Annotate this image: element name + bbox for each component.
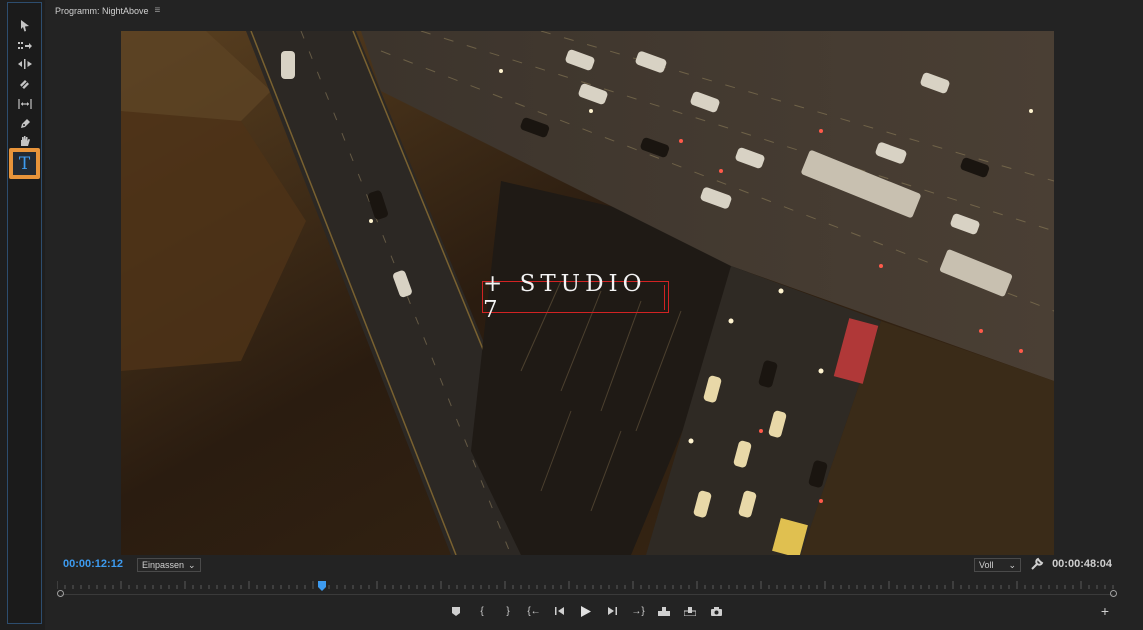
zoom-fit-label: Einpassen <box>142 560 185 570</box>
type-tool-button[interactable]: T <box>9 148 40 179</box>
text-cursor <box>664 285 665 310</box>
export-frame-button[interactable] <box>703 603 729 619</box>
play-button[interactable] <box>573 603 599 619</box>
mark-out-icon: } <box>506 605 510 617</box>
go-to-out-icon: →} <box>631 605 645 617</box>
title-text-box[interactable]: + STUDIO 7 <box>482 271 669 323</box>
step-forward-button[interactable] <box>599 603 625 619</box>
zoom-scrollbar[interactable] <box>57 590 1117 599</box>
insert-button[interactable] <box>651 603 677 619</box>
mark-in-icon: { <box>480 605 484 617</box>
scrollbar-start-handle[interactable] <box>57 590 64 597</box>
camera-icon <box>710 606 722 616</box>
mark-in-button[interactable]: { <box>469 603 495 619</box>
chevron-down-icon: ⌄ <box>188 559 196 570</box>
title-text[interactable]: + STUDIO 7 <box>483 271 668 323</box>
scrollbar-end-handle[interactable] <box>1110 590 1117 597</box>
selection-tool-icon[interactable] <box>14 17 36 35</box>
overwrite-button[interactable] <box>677 603 703 619</box>
slip-icon[interactable] <box>14 95 36 113</box>
resolution-label: Voll <box>979 560 994 570</box>
scrollbar-track <box>61 594 1113 595</box>
duration-timecode: 00:00:48:04 <box>1052 558 1112 570</box>
playhead[interactable] <box>318 578 326 591</box>
zoom-fit-dropdown[interactable]: Einpassen ⌄ <box>137 558 201 572</box>
panel-header: Programm: NightAbove ≡ <box>55 5 160 16</box>
wrench-icon[interactable] <box>1030 557 1044 571</box>
go-to-in-icon: {← <box>527 605 541 617</box>
playback-resolution-dropdown[interactable]: Voll ⌄ <box>974 558 1021 572</box>
pen-icon[interactable] <box>14 115 36 133</box>
ripple-edit-icon[interactable] <box>14 55 36 73</box>
add-marker-button[interactable] <box>443 603 469 619</box>
time-ruler[interactable] <box>57 579 1117 589</box>
step-back-button[interactable] <box>547 603 573 619</box>
program-monitor: Programm: NightAbove ≡ + STUDIO 7 00:00:… <box>45 0 1143 630</box>
mark-out-button[interactable]: } <box>495 603 521 619</box>
panel-title[interactable]: Programm: NightAbove <box>55 6 149 16</box>
chevron-down-icon: ⌄ <box>1008 559 1016 570</box>
tools-panel: T <box>7 2 42 624</box>
transport-controls: { } {← →} <box>443 603 729 619</box>
razor-icon[interactable] <box>14 75 36 93</box>
current-timecode[interactable]: 00:00:12:12 <box>63 558 123 570</box>
panel-menu-icon[interactable]: ≡ <box>155 5 161 16</box>
track-select-icon[interactable] <box>14 37 36 55</box>
go-to-out-button[interactable]: →} <box>625 603 651 619</box>
go-to-in-button[interactable]: {← <box>521 603 547 619</box>
type-icon: T <box>13 152 36 175</box>
video-frame[interactable]: + STUDIO 7 <box>121 31 1054 555</box>
button-editor-add-icon[interactable]: + <box>1098 604 1112 618</box>
